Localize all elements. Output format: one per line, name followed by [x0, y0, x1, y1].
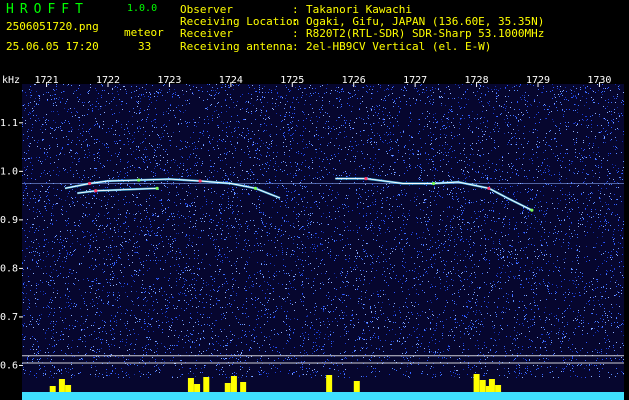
echo-burst-bar	[353, 381, 360, 392]
echo-burst-bar	[240, 382, 247, 392]
echo-burst-bar	[203, 377, 210, 392]
echo-hotspot	[364, 177, 368, 181]
y-tick-label: 1.1	[0, 118, 18, 129]
echo-burst-bar	[326, 375, 333, 392]
y-tick-label: 0.9	[0, 215, 18, 226]
echo-burst-bar	[194, 384, 201, 392]
info-separator: :	[292, 27, 299, 41]
station-info: Observer: Takanori Kawachi Receiving Loca…	[180, 3, 545, 53]
echo-burst-bar	[488, 379, 495, 392]
y-unit-label: kHz	[2, 75, 20, 86]
echo-hotspot	[253, 186, 258, 190]
echo-hotspot	[198, 179, 202, 183]
x-tick-label: 1727	[403, 75, 427, 86]
file-name: 2506051720.png	[6, 20, 99, 33]
y-tick-label: 1.0	[0, 166, 18, 177]
echo-hotspot	[94, 189, 98, 193]
echo-burst-bar	[49, 386, 56, 392]
echo-hotspot	[137, 178, 141, 182]
echo-burst-bar	[65, 385, 72, 392]
x-tick-label: 1723	[157, 75, 181, 86]
x-tick-label: 1725	[280, 75, 304, 86]
echo-hotspot	[487, 186, 491, 190]
echo-burst-bar	[224, 383, 231, 392]
app-version: 1.0.0	[127, 3, 158, 14]
meteor-count: 33	[138, 40, 152, 53]
echo-hotspot	[87, 181, 92, 186]
echo-burst-bar	[495, 385, 502, 392]
echo-burst-bar	[230, 376, 237, 392]
info-value: R820T2(RTL-SDR) SDR-Sharp 53.1000MHz	[306, 27, 545, 41]
x-tick-label: 1730	[587, 75, 611, 86]
datetime: 25.06.05 17:20	[6, 40, 99, 53]
y-tick-label: 0.8	[0, 263, 18, 274]
echo-hotspot	[530, 208, 534, 212]
x-tick-label: 1726	[342, 75, 366, 86]
x-tick-label: 1728	[465, 75, 489, 86]
info-key: Receiver	[180, 27, 233, 41]
spectrogram-field	[22, 84, 624, 400]
info-value: Takanori Kawachi	[306, 3, 412, 16]
app-title: HROFFT	[6, 2, 89, 17]
echo-burst-bar	[473, 374, 480, 392]
echo-burst-bar	[187, 378, 194, 392]
info-row-antenna: Receiving antenna: 2el-HB9CV Vertical (el…	[180, 39, 544, 53]
x-tick-label: 1729	[526, 75, 550, 86]
x-tick-label: 1722	[96, 75, 120, 86]
y-tick-label: 0.6	[0, 360, 18, 371]
spectrogram-panel: 1721 1722 1723 1724 1725 1726 1727 1728 1729 1730…	[0, 72, 629, 400]
noise-floor-band	[22, 392, 624, 400]
info-value: 2el-HB9CV Vertical (el. E-W)	[306, 39, 492, 53]
echo-burst-bar	[479, 380, 486, 392]
echo-hotspot	[431, 181, 436, 186]
y-tick-label: 0.7	[0, 312, 18, 323]
echo-hotspot	[155, 186, 159, 190]
echo-burst-bar	[58, 379, 65, 392]
x-tick-label: 1721	[35, 75, 59, 86]
info-separator: :	[292, 39, 299, 53]
info-key: Receiving antenna	[180, 39, 293, 53]
x-tick-label: 1724	[219, 75, 243, 86]
info-value: Ogaki, Gifu, JAPAN (136.60E, 35.35N)	[306, 15, 545, 29]
spectrogram-chart: 1721 1722 1723 1724 1725 1726 1727 1728 1729 1730…	[0, 75, 624, 400]
header: HROFFT 1.0.0 2506051720.png meteor 25.06…	[0, 0, 629, 72]
meteor-label: meteor	[124, 26, 164, 39]
